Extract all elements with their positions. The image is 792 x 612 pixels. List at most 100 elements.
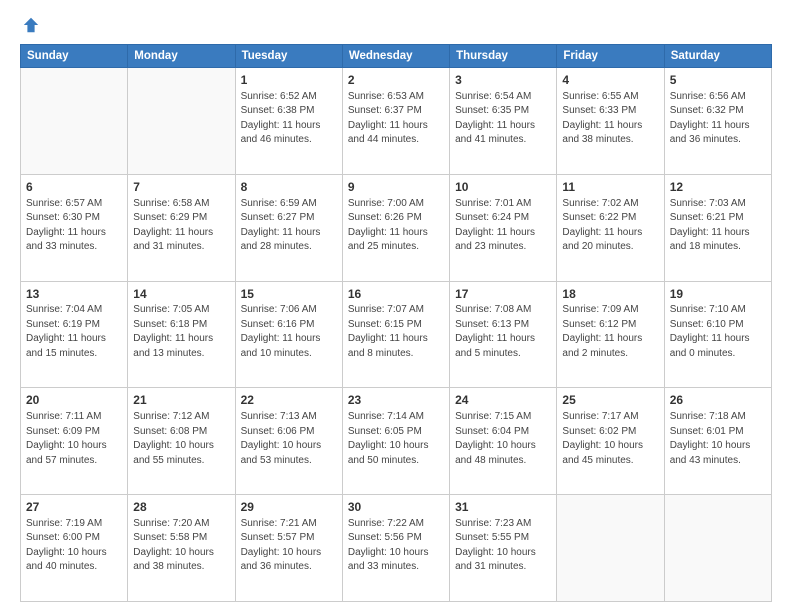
- calendar-cell: 17Sunrise: 7:08 AM Sunset: 6:13 PM Dayli…: [450, 281, 557, 388]
- day-number: 18: [562, 286, 658, 303]
- calendar-cell: 1Sunrise: 6:52 AM Sunset: 6:38 PM Daylig…: [235, 68, 342, 175]
- calendar-cell: 15Sunrise: 7:06 AM Sunset: 6:16 PM Dayli…: [235, 281, 342, 388]
- day-info: Sunrise: 7:22 AM Sunset: 5:56 PM Dayligh…: [348, 517, 444, 575]
- day-number: 12: [670, 179, 766, 196]
- day-info: Sunrise: 7:23 AM Sunset: 5:55 PM Dayligh…: [455, 517, 551, 575]
- calendar-cell: 26Sunrise: 7:18 AM Sunset: 6:01 PM Dayli…: [664, 388, 771, 495]
- calendar-cell: 7Sunrise: 6:58 AM Sunset: 6:29 PM Daylig…: [128, 174, 235, 281]
- day-info: Sunrise: 6:52 AM Sunset: 6:38 PM Dayligh…: [241, 90, 337, 148]
- day-info: Sunrise: 6:54 AM Sunset: 6:35 PM Dayligh…: [455, 90, 551, 148]
- calendar-cell: 6Sunrise: 6:57 AM Sunset: 6:30 PM Daylig…: [21, 174, 128, 281]
- day-number: 1: [241, 72, 337, 89]
- day-number: 14: [133, 286, 229, 303]
- calendar-cell: 25Sunrise: 7:17 AM Sunset: 6:02 PM Dayli…: [557, 388, 664, 495]
- calendar-cell: 23Sunrise: 7:14 AM Sunset: 6:05 PM Dayli…: [342, 388, 449, 495]
- day-info: Sunrise: 7:15 AM Sunset: 6:04 PM Dayligh…: [455, 410, 551, 468]
- calendar-cell: 16Sunrise: 7:07 AM Sunset: 6:15 PM Dayli…: [342, 281, 449, 388]
- calendar-cell: 3Sunrise: 6:54 AM Sunset: 6:35 PM Daylig…: [450, 68, 557, 175]
- day-info: Sunrise: 7:14 AM Sunset: 6:05 PM Dayligh…: [348, 410, 444, 468]
- day-number: 16: [348, 286, 444, 303]
- day-info: Sunrise: 7:08 AM Sunset: 6:13 PM Dayligh…: [455, 303, 551, 361]
- day-number: 7: [133, 179, 229, 196]
- day-info: Sunrise: 7:05 AM Sunset: 6:18 PM Dayligh…: [133, 303, 229, 361]
- day-number: 25: [562, 392, 658, 409]
- day-number: 19: [670, 286, 766, 303]
- calendar-cell: 8Sunrise: 6:59 AM Sunset: 6:27 PM Daylig…: [235, 174, 342, 281]
- calendar-cell: 31Sunrise: 7:23 AM Sunset: 5:55 PM Dayli…: [450, 495, 557, 602]
- day-info: Sunrise: 6:53 AM Sunset: 6:37 PM Dayligh…: [348, 90, 444, 148]
- calendar-table: SundayMondayTuesdayWednesdayThursdayFrid…: [20, 44, 772, 602]
- calendar-cell: 14Sunrise: 7:05 AM Sunset: 6:18 PM Dayli…: [128, 281, 235, 388]
- day-number: 20: [26, 392, 122, 409]
- calendar-cell: 22Sunrise: 7:13 AM Sunset: 6:06 PM Dayli…: [235, 388, 342, 495]
- day-number: 29: [241, 499, 337, 516]
- calendar-cell: 13Sunrise: 7:04 AM Sunset: 6:19 PM Dayli…: [21, 281, 128, 388]
- day-number: 21: [133, 392, 229, 409]
- day-info: Sunrise: 7:06 AM Sunset: 6:16 PM Dayligh…: [241, 303, 337, 361]
- day-header-thursday: Thursday: [450, 45, 557, 68]
- calendar-cell: 18Sunrise: 7:09 AM Sunset: 6:12 PM Dayli…: [557, 281, 664, 388]
- day-header-wednesday: Wednesday: [342, 45, 449, 68]
- day-info: Sunrise: 7:12 AM Sunset: 6:08 PM Dayligh…: [133, 410, 229, 468]
- day-number: 6: [26, 179, 122, 196]
- day-number: 24: [455, 392, 551, 409]
- day-number: 22: [241, 392, 337, 409]
- day-header-tuesday: Tuesday: [235, 45, 342, 68]
- day-header-saturday: Saturday: [664, 45, 771, 68]
- calendar-cell: 9Sunrise: 7:00 AM Sunset: 6:26 PM Daylig…: [342, 174, 449, 281]
- day-info: Sunrise: 7:13 AM Sunset: 6:06 PM Dayligh…: [241, 410, 337, 468]
- day-info: Sunrise: 7:01 AM Sunset: 6:24 PM Dayligh…: [455, 197, 551, 255]
- calendar-cell: [21, 68, 128, 175]
- calendar-cell: 19Sunrise: 7:10 AM Sunset: 6:10 PM Dayli…: [664, 281, 771, 388]
- calendar-cell: 12Sunrise: 7:03 AM Sunset: 6:21 PM Dayli…: [664, 174, 771, 281]
- day-number: 17: [455, 286, 551, 303]
- calendar-cell: [664, 495, 771, 602]
- day-number: 13: [26, 286, 122, 303]
- day-info: Sunrise: 7:03 AM Sunset: 6:21 PM Dayligh…: [670, 197, 766, 255]
- day-info: Sunrise: 7:10 AM Sunset: 6:10 PM Dayligh…: [670, 303, 766, 361]
- calendar-cell: 4Sunrise: 6:55 AM Sunset: 6:33 PM Daylig…: [557, 68, 664, 175]
- day-info: Sunrise: 7:02 AM Sunset: 6:22 PM Dayligh…: [562, 197, 658, 255]
- calendar-cell: 29Sunrise: 7:21 AM Sunset: 5:57 PM Dayli…: [235, 495, 342, 602]
- day-info: Sunrise: 6:58 AM Sunset: 6:29 PM Dayligh…: [133, 197, 229, 255]
- day-number: 31: [455, 499, 551, 516]
- calendar-cell: 11Sunrise: 7:02 AM Sunset: 6:22 PM Dayli…: [557, 174, 664, 281]
- day-number: 4: [562, 72, 658, 89]
- day-number: 8: [241, 179, 337, 196]
- calendar-cell: [128, 68, 235, 175]
- day-info: Sunrise: 7:00 AM Sunset: 6:26 PM Dayligh…: [348, 197, 444, 255]
- day-info: Sunrise: 7:18 AM Sunset: 6:01 PM Dayligh…: [670, 410, 766, 468]
- calendar-cell: 20Sunrise: 7:11 AM Sunset: 6:09 PM Dayli…: [21, 388, 128, 495]
- calendar-cell: 5Sunrise: 6:56 AM Sunset: 6:32 PM Daylig…: [664, 68, 771, 175]
- day-number: 3: [455, 72, 551, 89]
- day-header-sunday: Sunday: [21, 45, 128, 68]
- day-number: 2: [348, 72, 444, 89]
- day-info: Sunrise: 7:07 AM Sunset: 6:15 PM Dayligh…: [348, 303, 444, 361]
- day-info: Sunrise: 7:17 AM Sunset: 6:02 PM Dayligh…: [562, 410, 658, 468]
- calendar-cell: 27Sunrise: 7:19 AM Sunset: 6:00 PM Dayli…: [21, 495, 128, 602]
- day-info: Sunrise: 6:56 AM Sunset: 6:32 PM Dayligh…: [670, 90, 766, 148]
- day-header-monday: Monday: [128, 45, 235, 68]
- calendar-cell: 21Sunrise: 7:12 AM Sunset: 6:08 PM Dayli…: [128, 388, 235, 495]
- day-header-friday: Friday: [557, 45, 664, 68]
- day-info: Sunrise: 7:11 AM Sunset: 6:09 PM Dayligh…: [26, 410, 122, 468]
- calendar-cell: 28Sunrise: 7:20 AM Sunset: 5:58 PM Dayli…: [128, 495, 235, 602]
- calendar-cell: 24Sunrise: 7:15 AM Sunset: 6:04 PM Dayli…: [450, 388, 557, 495]
- day-info: Sunrise: 6:57 AM Sunset: 6:30 PM Dayligh…: [26, 197, 122, 255]
- day-info: Sunrise: 7:19 AM Sunset: 6:00 PM Dayligh…: [26, 517, 122, 575]
- day-number: 9: [348, 179, 444, 196]
- day-number: 10: [455, 179, 551, 196]
- day-number: 15: [241, 286, 337, 303]
- day-info: Sunrise: 7:20 AM Sunset: 5:58 PM Dayligh…: [133, 517, 229, 575]
- calendar-cell: [557, 495, 664, 602]
- day-info: Sunrise: 7:21 AM Sunset: 5:57 PM Dayligh…: [241, 517, 337, 575]
- logo: [20, 16, 40, 34]
- day-number: 26: [670, 392, 766, 409]
- day-number: 11: [562, 179, 658, 196]
- day-info: Sunrise: 6:55 AM Sunset: 6:33 PM Dayligh…: [562, 90, 658, 148]
- calendar-cell: 30Sunrise: 7:22 AM Sunset: 5:56 PM Dayli…: [342, 495, 449, 602]
- page-header: [20, 16, 772, 34]
- day-info: Sunrise: 6:59 AM Sunset: 6:27 PM Dayligh…: [241, 197, 337, 255]
- day-number: 28: [133, 499, 229, 516]
- day-info: Sunrise: 7:09 AM Sunset: 6:12 PM Dayligh…: [562, 303, 658, 361]
